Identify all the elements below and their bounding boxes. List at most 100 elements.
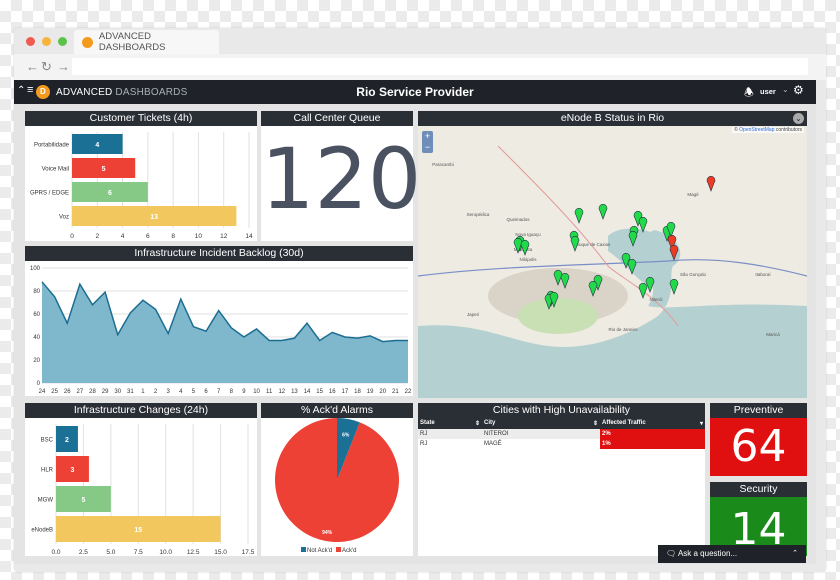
category-label: MGW [38,498,54,504]
category-label: BSC [41,438,54,444]
legend-swatch [336,547,341,552]
category-label: Voz [59,215,69,221]
url-bar[interactable] [72,58,808,75]
x-tick-label: 10.0 [159,549,172,556]
map-place-label: Japeri [467,312,479,317]
x-tick-label: 2 [154,389,158,395]
chat-icon: 🗨 [666,549,677,558]
backlog-panel: Infrastructure Incident Backlog (30d) 0 2… [25,246,413,396]
x-tick-label: 12 [278,389,285,395]
panel-title: Cities with High Unavailability [418,403,705,418]
x-tick-label: 8 [171,233,175,240]
map-place-label: Maricá [766,332,780,337]
osm-link[interactable]: OpenStreetMap [739,127,774,133]
map-place-label: Niterói [649,297,662,302]
area-fill [42,281,408,383]
panel-title: Infrastructure Incident Backlog (30d) [25,246,413,261]
forward-icon[interactable]: → [57,59,70,75]
x-tick-label: 4 [121,233,125,240]
preventive-panel: Preventive 64 [710,403,807,476]
ask-question-label: Ask a question... [677,549,738,558]
collapse-panel-icon[interactable]: ⌄ [793,113,804,124]
user-menu[interactable]: user [760,87,776,96]
dashboard: ⌃ ≡ D ADVANCED DASHBOARDS Rio Service Pr… [14,80,816,564]
map-panel: eNode B Status in Rio ⌄ Queimados Nova Ig… [418,111,807,398]
park-area [518,298,598,334]
y-tick-label: 0 [37,381,41,387]
zoom-in-button[interactable]: + [422,131,433,142]
x-tick-label: 7 [217,389,221,395]
app-logo-icon [82,36,93,48]
zoom-out-button[interactable]: − [422,142,433,153]
panel-title: Security [710,482,807,497]
cell-state: RJ [420,441,428,447]
slice-label: 94% [322,530,333,536]
map-place-label: Itaboraí [755,272,771,277]
gear-icon[interactable]: ⚙ [793,83,804,97]
x-tick-label: 21 [392,389,399,395]
map-place-label: Nilópolis [519,257,537,262]
call-center-value: 120 [261,130,422,228]
table-row[interactable]: RJ NITEROI 2% [418,429,705,439]
panel-title: % Ack'd Alarms [261,403,413,418]
bar-value-label: 5 [81,497,85,504]
x-tick-label: 0 [70,233,74,240]
bar-value-label: 5 [102,166,106,173]
close-window-button[interactable] [26,37,35,46]
panel-title: eNode B Status in Rio [418,111,807,126]
x-tick-label: 9 [242,389,246,395]
x-tick-label: 12 [220,233,228,240]
x-tick-label: 2 [95,233,99,240]
x-tick-label: 19 [367,389,374,395]
x-tick-label: 14 [304,389,311,395]
browser-tab[interactable]: ADVANCED DASHBOARDS [74,30,219,54]
x-tick-label: 17.5 [242,549,255,556]
x-tick-label: 20 [379,389,386,395]
chevron-double-down-icon[interactable]: ⌄ [782,85,789,94]
x-tick-label: 10 [253,389,260,395]
cities-table: State ⇕ City ⇕ Affected Traffic ▾ RJ NITERO… [418,418,705,449]
x-tick-label: 7.5 [134,549,143,556]
legend-swatch [301,547,306,552]
panel-title: Infrastructure Changes (24h) [25,403,257,418]
map-place-label: Paracambi [432,162,454,167]
x-tick-label: 3 [167,389,171,395]
y-tick-label: 20 [33,358,40,364]
x-tick-label: 31 [127,389,134,395]
map-place-label: Magé [687,192,699,197]
x-tick-label: 30 [114,389,121,395]
y-tick-label: 60 [33,312,40,318]
x-tick-label: 26 [64,389,71,395]
column-state[interactable]: State ⇕ [418,418,482,429]
reload-icon[interactable]: ↻ [41,59,52,75]
x-tick-label: 25 [51,389,58,395]
bar-value-label: 3 [71,467,75,474]
category-label: Voice Mail [42,167,69,173]
minimize-window-button[interactable] [42,37,51,46]
maximize-window-button[interactable] [58,37,67,46]
bar-value-label: 2 [65,437,69,444]
x-tick-label: 15 [316,389,323,395]
cell-state: RJ [420,431,428,437]
column-city[interactable]: City ⇕ [482,418,600,429]
bell-icon[interactable]: 🕭 [744,84,754,103]
category-label: Portabilidade [34,143,70,149]
x-tick-label: 27 [77,389,84,395]
slice-label: 6% [342,432,350,438]
category-label: eNodeB [31,528,53,534]
expand-icon[interactable]: ⌃ [792,545,798,563]
alarms-pie-chart: 6% 94% Not Ack'd Ack'd [275,418,399,554]
column-affected-traffic[interactable]: Affected Traffic ▾ [600,418,705,429]
ask-question-bar[interactable]: 🗨 Ask a question... ⌃ [658,545,806,563]
back-icon[interactable]: ← [26,59,39,75]
x-tick-label: 24 [39,389,46,395]
page-title: Rio Service Provider [356,85,474,99]
x-tick-label: 16 [329,389,336,395]
bar-value-label: 13 [150,214,158,221]
map[interactable]: QueimadosNova IguaçuMesquitaNilópolisDuq… [418,126,807,398]
map-place-label: Rio de Janeiro [608,327,638,332]
category-label: GPRS / EDGE [30,191,69,197]
x-tick-label: 1 [141,389,145,395]
map-place-label: Queimados [506,217,530,222]
table-row[interactable]: RJ MAGÉ 1% [418,439,705,449]
